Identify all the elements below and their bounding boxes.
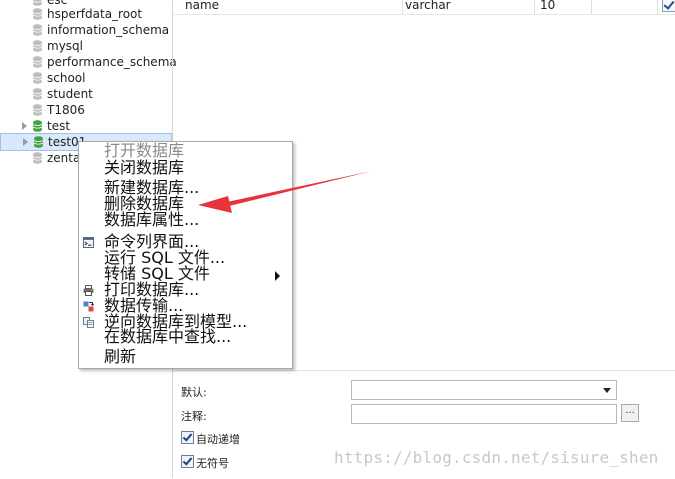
- column-divider: [657, 0, 658, 14]
- column-divider: [402, 0, 403, 14]
- tree-item-label: information_schema: [47, 23, 170, 37]
- database-icon: [33, 104, 42, 116]
- database-context-menu: 打开数据库 关闭数据库 新建数据库... 删除数据库 数据库属性... 命令列界…: [78, 141, 293, 369]
- expand-arrow-icon[interactable]: [23, 138, 28, 146]
- field-type-cell[interactable]: varchar: [405, 0, 451, 12]
- reverse-model-icon: [83, 317, 94, 328]
- not-null-checkbox[interactable]: [662, 0, 675, 12]
- tree-item-mysql[interactable]: mysql: [0, 38, 172, 54]
- comment-input[interactable]: [351, 404, 617, 424]
- database-icon: [33, 8, 42, 20]
- default-value-select[interactable]: [351, 380, 617, 400]
- database-icon: [34, 136, 43, 148]
- database-icon: [33, 72, 42, 84]
- comment-edit-button[interactable]: ...: [621, 404, 639, 422]
- database-icon: [33, 40, 42, 52]
- database-icon: [33, 56, 42, 68]
- auto-increment-label: 自动递增: [196, 433, 240, 446]
- tree-item-label: test: [47, 119, 71, 133]
- field-grid-row[interactable]: name varchar 10: [173, 0, 675, 15]
- tree-item-label: hsperfdata_root: [47, 7, 143, 21]
- menu-item-label: 数据库属性...: [104, 210, 200, 229]
- tree-item-label: T1806: [47, 103, 85, 117]
- menu-item-label: 在数据库中查找...: [104, 327, 232, 346]
- database-icon: [33, 24, 42, 36]
- database-icon: [33, 152, 42, 164]
- printer-icon: [83, 285, 94, 296]
- unsigned-checkbox[interactable]: [181, 455, 194, 468]
- menu-item-label: 关闭数据库: [104, 158, 185, 177]
- tree-item-t1806[interactable]: T1806: [0, 102, 172, 118]
- data-transfer-icon: [83, 301, 94, 312]
- chevron-down-icon: [603, 388, 611, 393]
- comment-label: 注释:: [181, 410, 207, 423]
- tree-item-performance-schema[interactable]: performance_schema: [0, 54, 177, 70]
- console-icon: [83, 237, 94, 248]
- default-label: 默认:: [181, 386, 207, 399]
- unsigned-label: 无符号: [196, 457, 229, 470]
- tree-item-hsperfdata-root[interactable]: hsperfdata_root: [0, 6, 172, 22]
- tree-item-information-schema[interactable]: information_schema: [0, 22, 172, 38]
- column-divider: [591, 0, 592, 14]
- database-icon: [33, 88, 42, 100]
- menu-item-label: 刷新: [104, 347, 137, 366]
- database-icon: [33, 120, 42, 132]
- menu-item-database-properties[interactable]: 数据库属性...: [79, 210, 292, 230]
- column-divider: [534, 0, 535, 14]
- watermark: https://blog.csdn.net/sisure_shen: [334, 448, 659, 467]
- auto-increment-checkbox[interactable]: [181, 431, 194, 444]
- tree-item-school[interactable]: school: [0, 70, 172, 86]
- field-length-cell[interactable]: 10: [540, 0, 555, 12]
- menu-item-close-database[interactable]: 关闭数据库: [79, 158, 292, 178]
- field-name-cell[interactable]: name: [185, 0, 219, 12]
- tree-item-test[interactable]: test: [0, 118, 172, 134]
- tree-item-label: mysql: [47, 39, 83, 53]
- submenu-arrow-icon: [275, 271, 280, 281]
- expand-arrow-icon[interactable]: [22, 122, 27, 130]
- menu-item-find-in-database[interactable]: 在数据库中查找...: [79, 327, 292, 347]
- tree-item-label: student: [47, 87, 93, 101]
- tree-item-label: performance_schema: [47, 55, 177, 69]
- menu-item-refresh[interactable]: 刷新: [79, 347, 292, 367]
- tree-item-student[interactable]: student: [0, 86, 172, 102]
- tree-item-label: school: [47, 71, 86, 85]
